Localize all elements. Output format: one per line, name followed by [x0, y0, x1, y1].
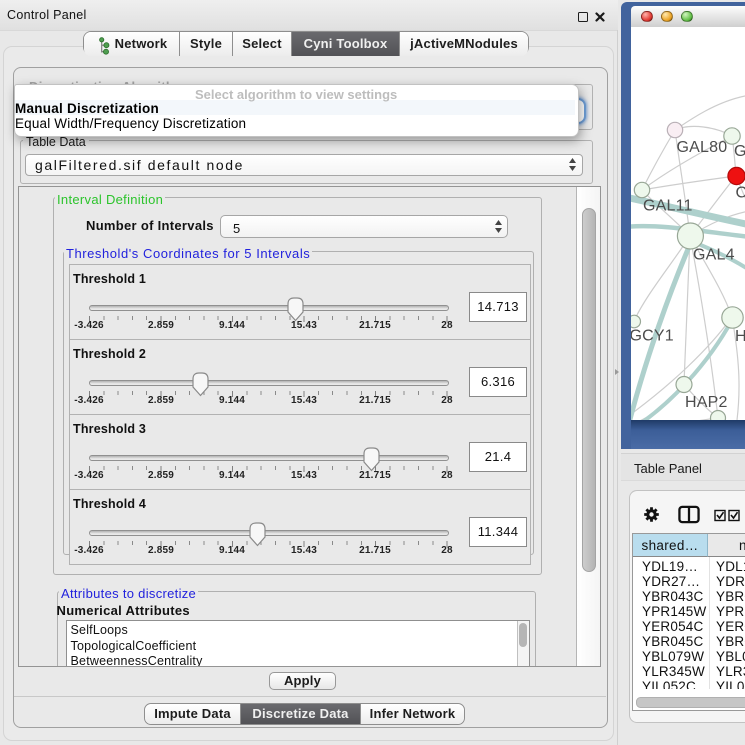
- svg-text:GCY1: GCY1: [631, 328, 674, 345]
- svg-text:GAL4: GAL4: [693, 247, 735, 264]
- svg-text:H: H: [735, 328, 745, 345]
- svg-text:GAL80: GAL80: [677, 139, 728, 156]
- svg-text:HAP2: HAP2: [685, 394, 728, 411]
- svg-text:GA: GA: [734, 143, 745, 160]
- svg-text:C: C: [736, 185, 745, 202]
- svg-text:GAL11: GAL11: [643, 198, 693, 215]
